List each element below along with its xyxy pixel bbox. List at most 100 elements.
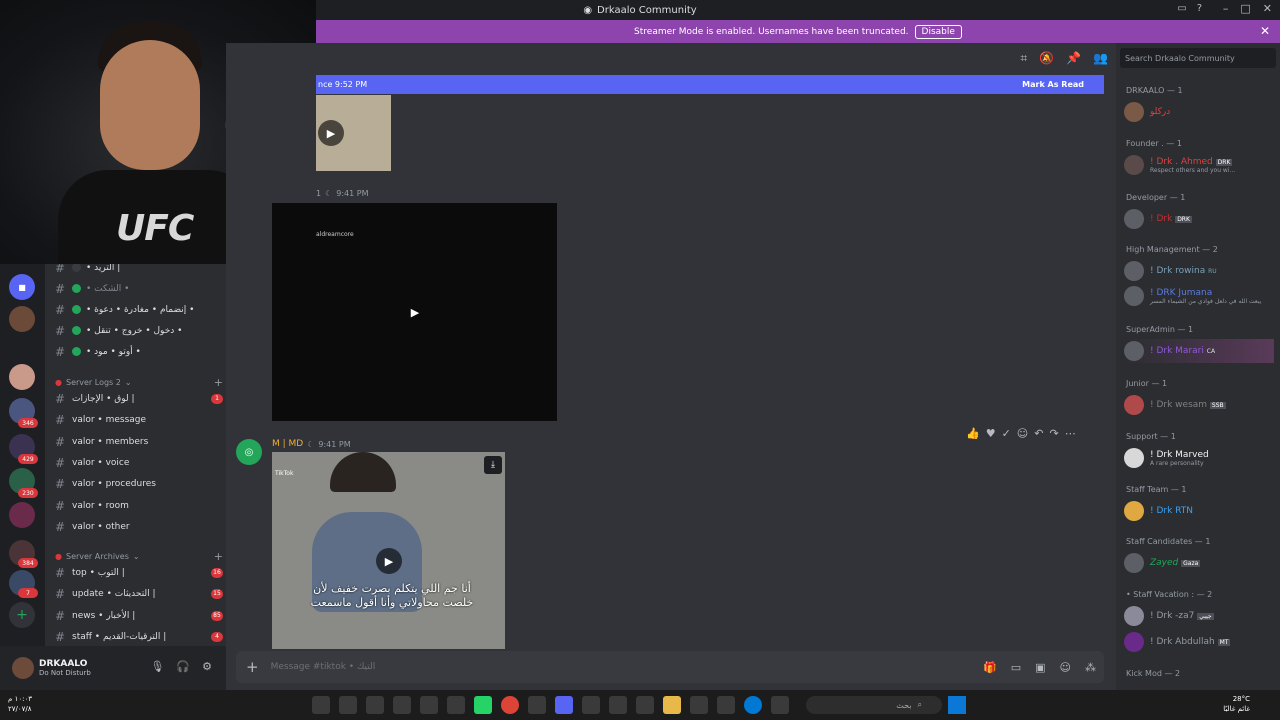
play-icon[interactable]: ▶ (376, 548, 402, 574)
server-icon[interactable] (9, 502, 35, 528)
server-icon[interactable] (9, 306, 35, 332)
member-item[interactable]: ! Drk RTN (1124, 499, 1274, 523)
member-item[interactable]: ! Drk Abdullah MT (1124, 630, 1274, 654)
edge-icon[interactable] (744, 696, 762, 714)
channel-item[interactable]: # • الشكت • (55, 279, 223, 298)
channel-item[interactable]: # • إنضمام • مغادرة • دعوة • (55, 300, 223, 319)
app-icon[interactable] (771, 696, 789, 714)
app-icon[interactable] (636, 696, 654, 714)
attach-icon[interactable]: + (246, 658, 259, 676)
chrome-icon[interactable] (501, 696, 519, 714)
gear-icon[interactable]: ⚙ (202, 660, 212, 673)
app-icon[interactable] (447, 696, 465, 714)
add-server-icon[interactable]: + (9, 602, 35, 628)
app-icon[interactable] (528, 696, 546, 714)
new-messages-bar[interactable]: nce 9:52 PM Mark As Read (316, 75, 1104, 94)
channel-item[interactable]: # staff • الترقيات-القديم | 4 (55, 627, 223, 646)
avatar[interactable]: ◎ (236, 439, 262, 465)
member-item[interactable]: ! DRK Jumana يبعت الله في دلعل فوادي من … (1124, 284, 1274, 308)
download-icon[interactable]: ⤓ (484, 456, 502, 474)
channel-item[interactable]: # valor • members (55, 432, 223, 451)
windows-start-icon[interactable] (948, 696, 966, 714)
thumbs-up-icon[interactable]: 👍 (966, 427, 980, 440)
app-icon[interactable] (366, 696, 384, 714)
maximize-button[interactable]: □ (1240, 2, 1250, 15)
mark-as-read-button[interactable]: Mark As Read (1022, 80, 1084, 89)
member-item[interactable]: دركلو (1124, 100, 1274, 124)
discord-icon[interactable] (555, 696, 573, 714)
app-icon[interactable] (420, 696, 438, 714)
threads-icon[interactable]: ⌗ (1020, 51, 1027, 66)
more-icon[interactable]: ⋯ (1065, 427, 1076, 440)
channel-item[interactable]: # valor • message (55, 410, 223, 429)
member-item[interactable]: ! Drk . Ahmed DRK Respect others and you… (1124, 153, 1274, 177)
category-server-archives[interactable]: ● Server Archives ⌄ + (55, 550, 223, 563)
gif-icon[interactable]: ▭ (1011, 661, 1021, 674)
channel-item[interactable]: # valor • voice (55, 453, 223, 472)
help-icon[interactable]: ? (1197, 3, 1202, 14)
check-icon[interactable]: ✓ (1002, 427, 1011, 440)
message-author[interactable]: M | MD (272, 439, 303, 449)
server-icon[interactable] (9, 364, 35, 390)
headphones-icon[interactable]: 🎧 (176, 660, 190, 673)
disable-streamer-button[interactable]: Disable (914, 24, 962, 39)
channel-item[interactable]: # valor • other (55, 517, 223, 536)
member-item[interactable]: ! Drk -za7 جيبي (1124, 604, 1274, 628)
app-icon[interactable] (339, 696, 357, 714)
channel-item[interactable]: # valor • procedures (55, 474, 223, 493)
whatsapp-icon[interactable] (474, 696, 492, 714)
video-thumbnail[interactable]: ▶ (316, 95, 391, 171)
add-reaction-icon[interactable]: ☺ (1017, 427, 1028, 440)
server-icon[interactable]: ■ (9, 274, 35, 300)
folder-icon[interactable] (663, 696, 681, 714)
add-channel-icon[interactable]: + (214, 550, 223, 563)
steam-icon[interactable] (393, 696, 411, 714)
channel-item[interactable]: # valor • room (55, 496, 223, 515)
mute-icon[interactable]: 🔕 (1039, 51, 1054, 65)
apps-icon[interactable]: ⁂ (1085, 661, 1096, 674)
channel-item[interactable]: # • التريد | (55, 264, 223, 277)
gift-icon[interactable]: 🎁 (983, 661, 997, 674)
message-input[interactable]: Message #tiktok • التيك (271, 662, 376, 672)
member-item[interactable]: Zayed Gaza (1124, 551, 1274, 575)
avatar[interactable] (12, 657, 34, 679)
member-item[interactable]: ! Drk rowina RU (1124, 259, 1274, 283)
category-server-logs[interactable]: ● Server Logs 2 ⌄ + (55, 376, 223, 389)
pin-icon[interactable]: 📌 (1066, 51, 1081, 65)
channel-item[interactable]: # update • التحديثات | 15 (55, 584, 223, 603)
minimize-button[interactable]: – (1223, 2, 1229, 15)
weather-widget[interactable]: 28°C غائم غالبًا (1223, 694, 1250, 714)
reply-icon[interactable]: ↶ (1034, 427, 1043, 440)
app-icon[interactable] (717, 696, 735, 714)
member-item[interactable]: ! Drk DRK (1124, 207, 1274, 231)
member-item[interactable]: ! Drk wesam SSB (1124, 393, 1274, 417)
message-composer[interactable]: + Message #tiktok • التيك 🎁 ▭ ▣ ☺ ⁂ (236, 651, 1104, 683)
banner-close-icon[interactable]: ✕ (1260, 24, 1270, 38)
microphone-icon[interactable]: 🎙 (150, 660, 164, 673)
member-item[interactable]: ! Drk Marved A rare personality (1124, 446, 1274, 470)
app-icon[interactable] (690, 696, 708, 714)
video-embed[interactable]: aldreamcore ▶ (272, 203, 557, 421)
member-item[interactable]: ! Drk Marari CA (1124, 339, 1274, 363)
heart-icon[interactable]: ♥ (986, 427, 996, 440)
app-icon[interactable] (582, 696, 600, 714)
tiktok-video[interactable]: TikTok ⤓ ▶ أنا جم اللي يتكلم بصرت خفيف ل… (272, 452, 505, 649)
members-icon[interactable]: 👥 (1093, 51, 1108, 65)
sticker-icon[interactable]: ▣ (1035, 661, 1045, 674)
taskbar-search[interactable]: بحث ⌕ (806, 696, 942, 714)
forward-icon[interactable]: ↷ (1049, 427, 1058, 440)
emoji-icon[interactable]: ☺ (1060, 661, 1071, 674)
channel-item[interactable]: # news • الأخبار | 85 (55, 606, 223, 625)
channel-item[interactable]: # • أوتو • مود • (55, 342, 223, 361)
channel-item[interactable]: # top • التوب | 16 (55, 563, 223, 582)
inbox-icon[interactable]: ▭ (1177, 3, 1186, 14)
add-channel-icon[interactable]: + (214, 376, 223, 389)
app-icon[interactable] (312, 696, 330, 714)
app-icon[interactable] (609, 696, 627, 714)
play-icon[interactable]: ▶ (402, 299, 428, 325)
close-window-button[interactable]: ✕ (1263, 2, 1272, 15)
play-icon[interactable]: ▶ (318, 120, 344, 146)
channel-item[interactable]: # لوق • الإجازات | 1 (55, 389, 223, 408)
taskbar-clock[interactable]: ١٠:٠٣ م ٢٧/٠٧/٨ (8, 694, 32, 714)
search-input[interactable]: Search Drkaalo Community (1120, 48, 1276, 68)
